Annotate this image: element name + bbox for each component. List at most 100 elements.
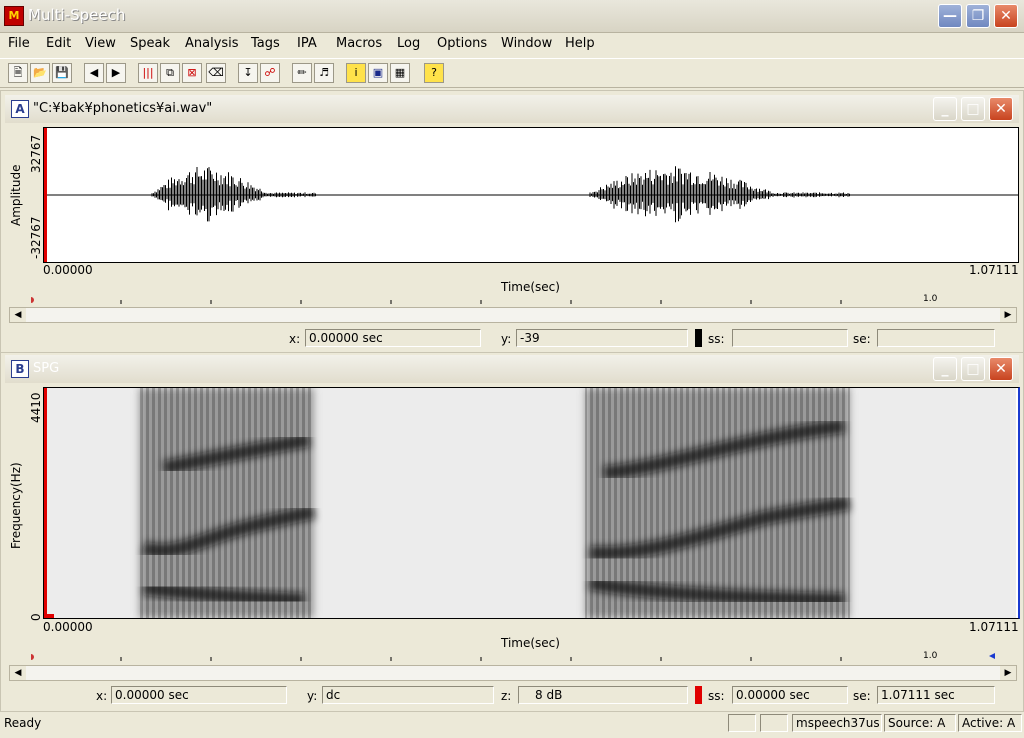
restore-button[interactable]: ❐ bbox=[966, 4, 990, 28]
window-b-x-value: 0.00000 sec bbox=[111, 686, 287, 704]
spectrogram-window-title-bar[interactable]: B SPG _ □ ✕ bbox=[5, 355, 1019, 383]
window-b-close-button[interactable]: ✕ bbox=[989, 357, 1013, 381]
window-a-x-value: 0.00000 sec bbox=[305, 329, 481, 347]
spectrogram-svg bbox=[44, 388, 1016, 618]
spectrogram-plot[interactable] bbox=[43, 387, 1020, 619]
menu-edit[interactable]: Edit bbox=[46, 36, 71, 51]
menu-bar: File Edit View Speak Analysis Tags IPA M… bbox=[0, 33, 1024, 55]
spectrogram-window: B SPG _ □ ✕ Frequency(Hz) 4410 0 0.00000… bbox=[0, 352, 1024, 712]
playback-cursor bbox=[44, 128, 47, 262]
menu-log[interactable]: Log bbox=[397, 36, 420, 51]
window-b-ruler-svg bbox=[28, 653, 995, 661]
status-source: Source: A bbox=[884, 714, 956, 732]
window-b-ss-label: ss: bbox=[708, 689, 725, 703]
info-icon[interactable]: i bbox=[346, 63, 366, 83]
window-a-x-label: x: bbox=[289, 332, 301, 346]
spectrogram-cursor-foot bbox=[44, 614, 54, 618]
window-b-horizontal-scrollbar[interactable]: ◀ ▶ bbox=[9, 665, 1017, 681]
menu-speak[interactable]: Speak bbox=[130, 36, 170, 51]
window-a-letter: A bbox=[11, 100, 29, 118]
window-b-minimize-button[interactable]: _ bbox=[933, 357, 957, 381]
waveform-trace bbox=[151, 166, 850, 223]
window-a-ruler-label: 1.0 bbox=[923, 294, 938, 304]
status-panel-empty-2 bbox=[760, 714, 788, 732]
window-a-ss-label: ss: bbox=[708, 332, 725, 346]
window-a-y-value: -39 bbox=[516, 329, 688, 347]
menu-options[interactable]: Options bbox=[437, 36, 487, 51]
app-icon[interactable]: M bbox=[4, 6, 24, 26]
toolbar: 🗎 📂 💾 ◀ ▶ ||| ⧉ ⊠ ⌫ ↧ ☍ ✏ ♬ i ▣ ▦ ? bbox=[0, 58, 1024, 88]
new-file-icon[interactable]: 🗎 bbox=[8, 63, 28, 83]
window-b-x-label: x: bbox=[96, 689, 108, 703]
waveform-burst bbox=[151, 167, 316, 222]
window-b-y-label: y: bbox=[307, 689, 318, 703]
window-a-x-start: 0.00000 bbox=[43, 263, 93, 277]
ruler-end-marker-icon bbox=[989, 653, 995, 659]
window-b-z-label: z: bbox=[501, 689, 512, 703]
menu-window[interactable]: Window bbox=[501, 36, 552, 51]
scroll-right-icon[interactable]: ▶ bbox=[1000, 666, 1016, 680]
menu-tags[interactable]: Tags bbox=[251, 36, 280, 51]
waveform-burst bbox=[589, 166, 850, 223]
menu-ipa[interactable]: IPA bbox=[297, 36, 317, 51]
status-ready: Ready bbox=[4, 716, 42, 730]
menu-file[interactable]: File bbox=[8, 36, 30, 51]
window-b-x-start: 0.00000 bbox=[43, 620, 93, 634]
menu-view[interactable]: View bbox=[85, 36, 116, 51]
window-b-y-value: dc bbox=[322, 686, 494, 704]
window-b-y-max: 4410 bbox=[29, 392, 43, 423]
close-button[interactable]: ✕ bbox=[994, 4, 1018, 28]
window-a-y-min: -32767 bbox=[29, 216, 43, 259]
app-title-bar: M Multi-Speech — ❐ ✕ bbox=[0, 0, 1024, 33]
waveform-window-title-bar[interactable]: A "C:¥bak¥phonetics¥ai.wav" _ □ ✕ bbox=[5, 95, 1019, 123]
scroll-left-icon[interactable]: ◀ bbox=[10, 308, 26, 322]
link-icon[interactable]: ☍ bbox=[260, 63, 280, 83]
window-b-title: SPG bbox=[33, 361, 60, 376]
status-app-name: mspeech37us bbox=[792, 714, 882, 732]
eraser-icon[interactable]: ⌫ bbox=[206, 63, 226, 83]
window-a-ruler-svg bbox=[28, 297, 842, 304]
forward-arrow-icon[interactable]: ▶ bbox=[106, 63, 126, 83]
delete-window-icon[interactable]: ⊠ bbox=[182, 63, 202, 83]
scroll-left-icon[interactable]: ◀ bbox=[10, 666, 26, 680]
window-b-maximize-button[interactable]: □ bbox=[961, 357, 985, 381]
ruler-start-marker-icon bbox=[28, 654, 34, 660]
menu-macros[interactable]: Macros bbox=[336, 36, 382, 51]
speaker-icon[interactable]: ♬ bbox=[314, 63, 334, 83]
menu-help[interactable]: Help bbox=[565, 36, 595, 51]
copy-window-icon[interactable]: ⧉ bbox=[160, 63, 180, 83]
menu-analysis[interactable]: Analysis bbox=[185, 36, 239, 51]
window-a-se-label: se: bbox=[853, 332, 871, 346]
help-icon[interactable]: ? bbox=[424, 63, 444, 83]
window-b-y-min: 0 bbox=[29, 613, 43, 621]
window-a-close-button[interactable]: ✕ bbox=[989, 97, 1013, 121]
download-arrow-icon[interactable]: ↧ bbox=[238, 63, 258, 83]
window-a-time-ruler[interactable]: 1.0 bbox=[28, 294, 1021, 308]
scroll-right-icon[interactable]: ▶ bbox=[1000, 308, 1016, 322]
window-a-maximize-button[interactable]: □ bbox=[961, 97, 985, 121]
waveform-svg bbox=[44, 128, 1018, 262]
selection-color-swatch bbox=[695, 329, 702, 347]
window-b-letter: B bbox=[11, 360, 29, 378]
window-a-se-value bbox=[877, 329, 995, 347]
microphone-icon[interactable]: ✏ bbox=[292, 63, 312, 83]
waveform-bars-icon[interactable]: ||| bbox=[138, 63, 158, 83]
window-a-horizontal-scrollbar[interactable]: ◀ ▶ bbox=[9, 307, 1017, 323]
open-folder-icon[interactable]: 📂 bbox=[30, 63, 50, 83]
window-a-y-label: y: bbox=[501, 332, 512, 346]
waveform-window: A "C:¥bak¥phonetics¥ai.wav" _ □ ✕ Amplit… bbox=[0, 90, 1024, 354]
back-arrow-icon[interactable]: ◀ bbox=[84, 63, 104, 83]
window-a-minimize-button[interactable]: _ bbox=[933, 97, 957, 121]
save-icon[interactable]: 💾 bbox=[52, 63, 72, 83]
grid-window-icon[interactable]: ▦ bbox=[390, 63, 410, 83]
status-active: Active: A bbox=[958, 714, 1022, 732]
window-b-x-axis-label: Time(sec) bbox=[501, 636, 560, 650]
window-b-ruler-label: 1.0 bbox=[923, 651, 938, 661]
minimize-button[interactable]: — bbox=[938, 4, 962, 28]
window-b-time-ruler[interactable]: 1.0 bbox=[28, 651, 1021, 665]
selection-color-swatch bbox=[695, 686, 702, 704]
display-window-icon[interactable]: ▣ bbox=[368, 63, 388, 83]
waveform-plot[interactable] bbox=[43, 127, 1019, 263]
window-b-x-end: 1.07111 bbox=[969, 620, 1019, 634]
window-b-se-label: se: bbox=[853, 689, 871, 703]
